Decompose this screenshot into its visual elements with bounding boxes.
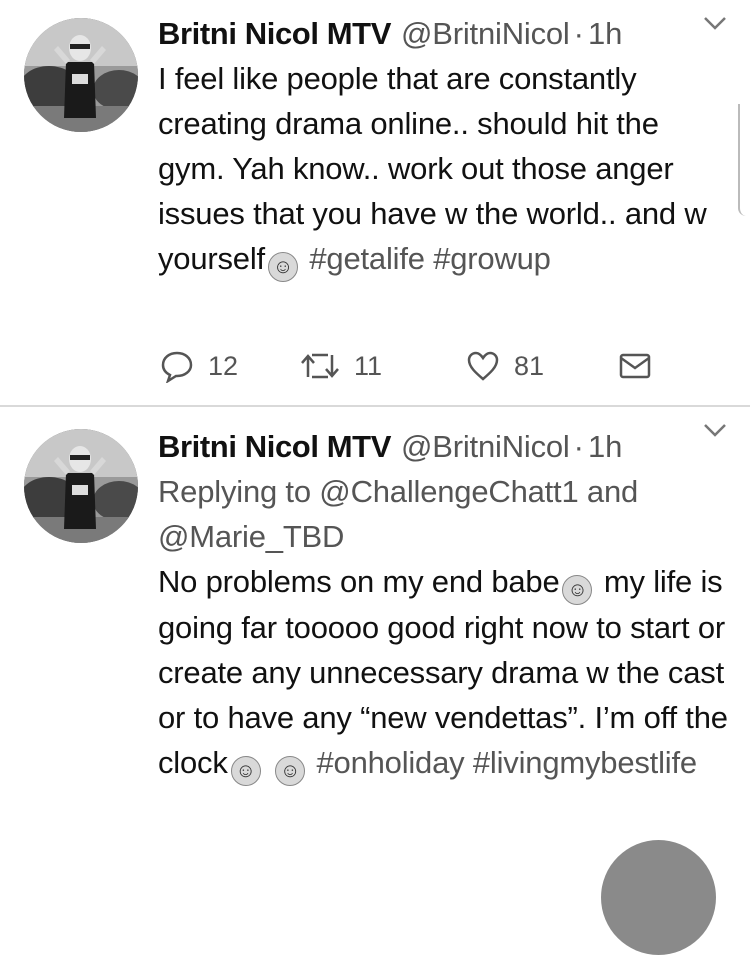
like-count: 81 bbox=[514, 350, 545, 381]
chevron-down-icon[interactable] bbox=[702, 421, 728, 439]
display-name[interactable]: Britni Nicol MTV bbox=[158, 16, 391, 52]
tweet-header: Britni Nicol MTV @BritniNicol · 1h bbox=[158, 12, 750, 56]
face-blowing-kiss-emoji: ☺ bbox=[562, 575, 593, 605]
direct-message-button[interactable] bbox=[619, 352, 651, 380]
avatar[interactable] bbox=[24, 429, 138, 543]
tweet[interactable]: Britni Nicol MTV @BritniNicol · 1h Reply… bbox=[0, 407, 750, 878]
chevron-down-icon[interactable] bbox=[702, 14, 728, 32]
envelope-icon bbox=[619, 353, 651, 379]
hashtag-link[interactable]: #growup bbox=[433, 241, 551, 276]
retweet-icon bbox=[301, 353, 339, 379]
tweet-content: Britni Nicol MTV @BritniNicol · 1h I fee… bbox=[158, 12, 750, 282]
tweet-header: Britni Nicol MTV @BritniNicol · 1h bbox=[158, 425, 750, 469]
tweet-actions: 12 11 81 bbox=[160, 348, 651, 384]
reply-count: 12 bbox=[208, 350, 239, 381]
hashtag-link[interactable]: #getalife bbox=[309, 241, 425, 276]
reply-button[interactable]: 12 bbox=[160, 349, 300, 383]
display-name[interactable]: Britni Nicol MTV bbox=[158, 429, 391, 465]
avatar[interactable] bbox=[24, 18, 138, 132]
retweet-count: 11 bbox=[354, 350, 383, 381]
scrollbar[interactable] bbox=[738, 104, 750, 216]
like-button[interactable]: 81 bbox=[466, 350, 619, 382]
tweet-text: No problems on my end babe ☺ my life is g… bbox=[158, 559, 733, 786]
tweet-text: I feel like people that are constantly c… bbox=[158, 56, 733, 282]
woman-gesturing-no-emoji: ☺ bbox=[267, 252, 298, 282]
user-handle[interactable]: @BritniNicol bbox=[401, 16, 570, 52]
replying-to[interactable]: Replying to @ChallengeChatt1 and @Marie_… bbox=[158, 469, 718, 559]
compose-tweet-button[interactable] bbox=[601, 840, 716, 955]
tweet[interactable]: Britni Nicol MTV @BritniNicol · 1h I fee… bbox=[0, 0, 750, 407]
retweet-button[interactable]: 11 bbox=[300, 351, 466, 382]
timestamp[interactable]: 1h bbox=[588, 429, 622, 465]
woman-gesturing-no-emoji: ☺ bbox=[230, 756, 261, 786]
separator: · bbox=[573, 16, 584, 51]
heart-icon bbox=[467, 351, 499, 381]
upside-down-face-emoji: ☺ bbox=[275, 756, 306, 786]
timestamp[interactable]: 1h bbox=[588, 16, 622, 52]
hashtag-link[interactable]: #livingmybestlife bbox=[473, 745, 697, 780]
reply-icon bbox=[161, 351, 193, 383]
user-handle[interactable]: @BritniNicol bbox=[401, 429, 570, 465]
tweet-text-segment: No problems on my end babe bbox=[158, 564, 560, 599]
hashtag-link[interactable]: #onholiday bbox=[316, 745, 464, 780]
tweet-content: Britni Nicol MTV @BritniNicol · 1h Reply… bbox=[158, 425, 750, 786]
separator: · bbox=[573, 429, 584, 464]
